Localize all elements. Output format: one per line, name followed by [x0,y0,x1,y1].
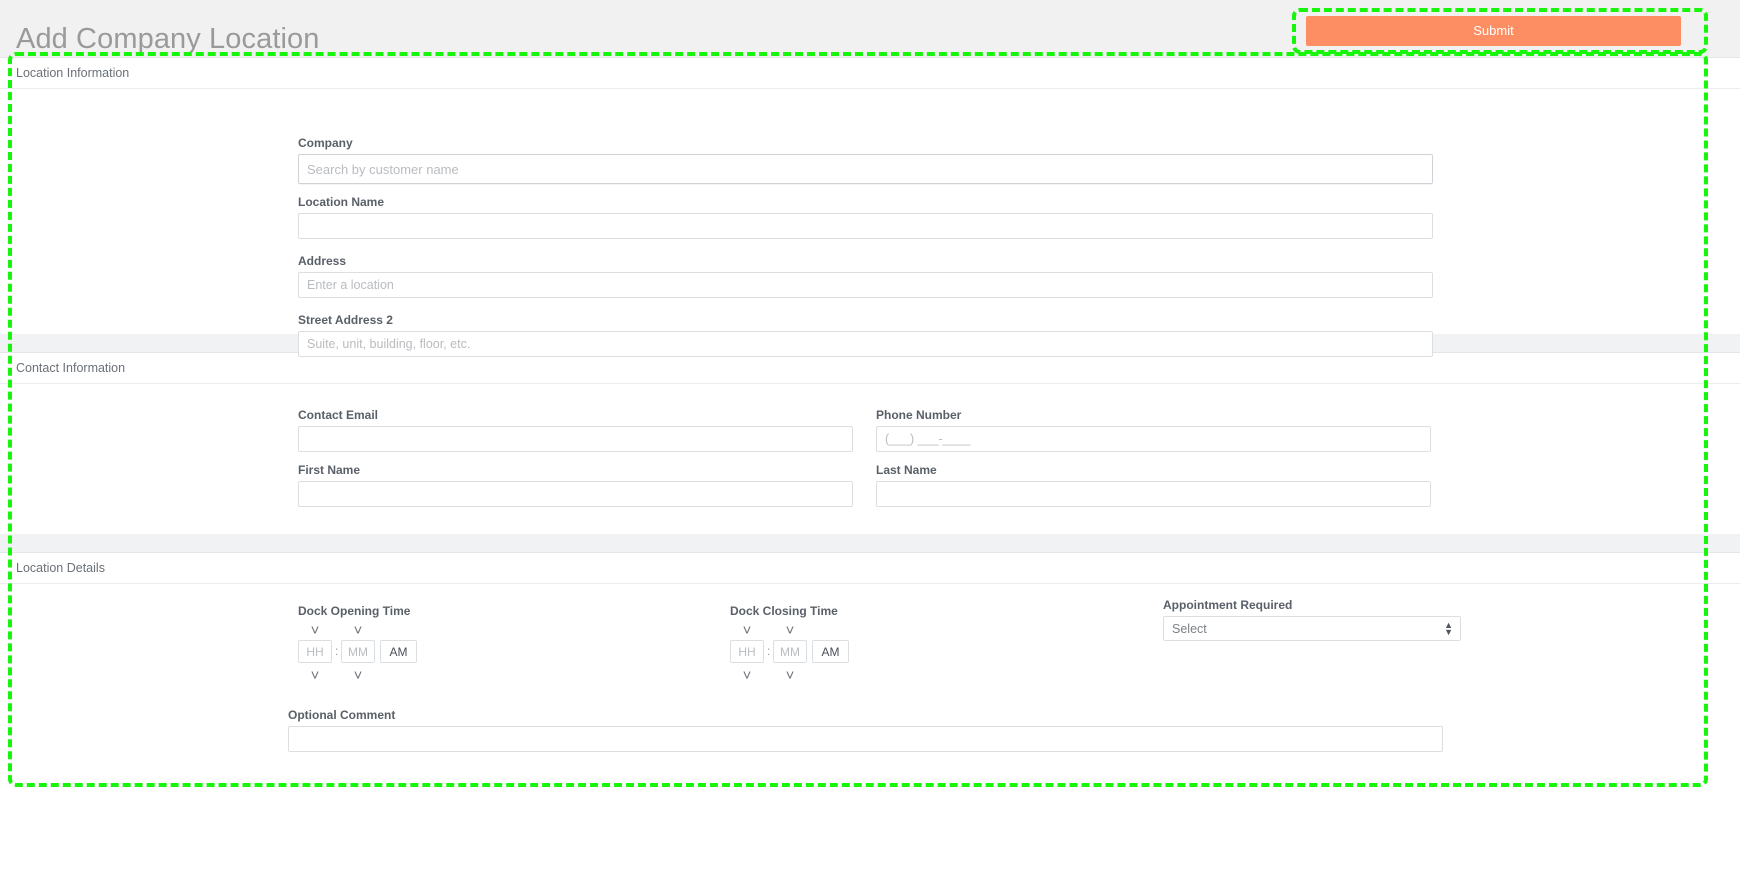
label-contact-email: Contact Email [298,408,379,422]
label-street-address-2: Street Address 2 [298,313,393,327]
appointment-required-select[interactable]: Select [1163,616,1461,641]
dock-closing-separator: : [766,644,771,658]
section-body-location-details: Dock Opening Time ˅ ˅ : AM ˅ ˅ [0,584,1740,802]
field-first-name: First Name [298,463,853,507]
dock-opening-decrement-row: ˅ ˅ [298,667,618,685]
appointment-required-select-wrap: Select ▲ ▼ [1163,616,1461,641]
label-appointment-required: Appointment Required [1163,598,1293,612]
dock-opening-minute-down-icon[interactable]: ˅ [341,668,375,683]
field-contact-email: Contact Email [298,408,853,452]
dock-closing-time-picker: ˅ ˅ : AM ˅ ˅ [730,622,1050,685]
section-header-contact-information: Contact Information [0,353,1740,384]
label-optional-comment: Optional Comment [288,708,396,722]
dock-closing-decrement-row: ˅ ˅ [730,667,1050,685]
field-optional-comment: Optional Comment [288,708,1443,752]
dock-opening-meridiem-button[interactable]: AM [380,640,417,663]
first-name-input[interactable] [298,481,853,507]
field-dock-closing-time: Dock Closing Time ˅ ˅ : AM ˅ ˅ [730,604,1050,685]
page-title: Add Company Location [16,23,320,55]
dock-closing-minute-input[interactable] [773,640,807,663]
label-address: Address [298,254,347,268]
dock-closing-inputs: : AM [730,640,1050,663]
dock-opening-hour-down-icon[interactable]: ˅ [298,668,332,683]
label-dock-closing-time: Dock Closing Time [730,604,838,618]
location-name-input[interactable] [298,213,1433,239]
label-first-name: First Name [298,463,361,477]
address-input[interactable] [298,272,1433,298]
contact-email-input[interactable] [298,426,853,452]
dock-closing-hour-down-icon[interactable]: ˅ [730,668,764,683]
company-input[interactable] [298,154,1433,184]
submit-button[interactable]: Submit [1306,16,1681,46]
last-name-input[interactable] [876,481,1431,507]
field-dock-opening-time: Dock Opening Time ˅ ˅ : AM ˅ ˅ [298,604,618,685]
label-phone-number: Phone Number [876,408,962,422]
optional-comment-input[interactable] [288,726,1443,752]
field-appointment-required: Appointment Required Select ▲ ▼ [1163,598,1461,641]
location-form: Location Information Company Location Na… [0,58,1740,873]
dock-closing-minute-down-icon[interactable]: ˅ [773,668,807,683]
page-header: Add Company Location Submit [0,0,1740,58]
section-divider-band-details [0,534,1740,553]
section-body-location-information: Company Location Name Address Street Add… [0,89,1740,357]
field-last-name: Last Name [876,463,1431,507]
field-location-name: Location Name [298,195,1433,239]
dock-opening-time-picker: ˅ ˅ : AM ˅ ˅ [298,622,618,685]
field-address: Address [298,254,1433,298]
field-street-address-2: Street Address 2 [298,313,1433,357]
dock-opening-hour-input[interactable] [298,640,332,663]
dock-closing-minute-up-icon[interactable]: ˅ [773,623,807,638]
field-phone-number: Phone Number [876,408,1431,452]
dock-opening-separator: : [334,644,339,658]
section-body-contact-information: Contact Email Phone Number First Name La… [0,384,1740,534]
dock-opening-minute-up-icon[interactable]: ˅ [341,623,375,638]
field-company: Company [298,136,1433,184]
dock-opening-inputs: : AM [298,640,618,663]
section-header-location-details: Location Details [0,553,1740,584]
section-header-location-information: Location Information [0,58,1740,89]
dock-closing-hour-up-icon[interactable]: ˅ [730,623,764,638]
dock-opening-increment-row: ˅ ˅ [298,622,618,640]
label-dock-opening-time: Dock Opening Time [298,604,411,618]
dock-closing-hour-input[interactable] [730,640,764,663]
dock-opening-minute-input[interactable] [341,640,375,663]
dock-closing-meridiem-button[interactable]: AM [812,640,849,663]
dock-closing-increment-row: ˅ ˅ [730,622,1050,640]
label-location-name: Location Name [298,195,385,209]
street-address-2-input[interactable] [298,331,1433,357]
dock-opening-hour-up-icon[interactable]: ˅ [298,623,332,638]
label-company: Company [298,136,353,150]
label-last-name: Last Name [876,463,937,477]
phone-number-input[interactable] [876,426,1431,452]
